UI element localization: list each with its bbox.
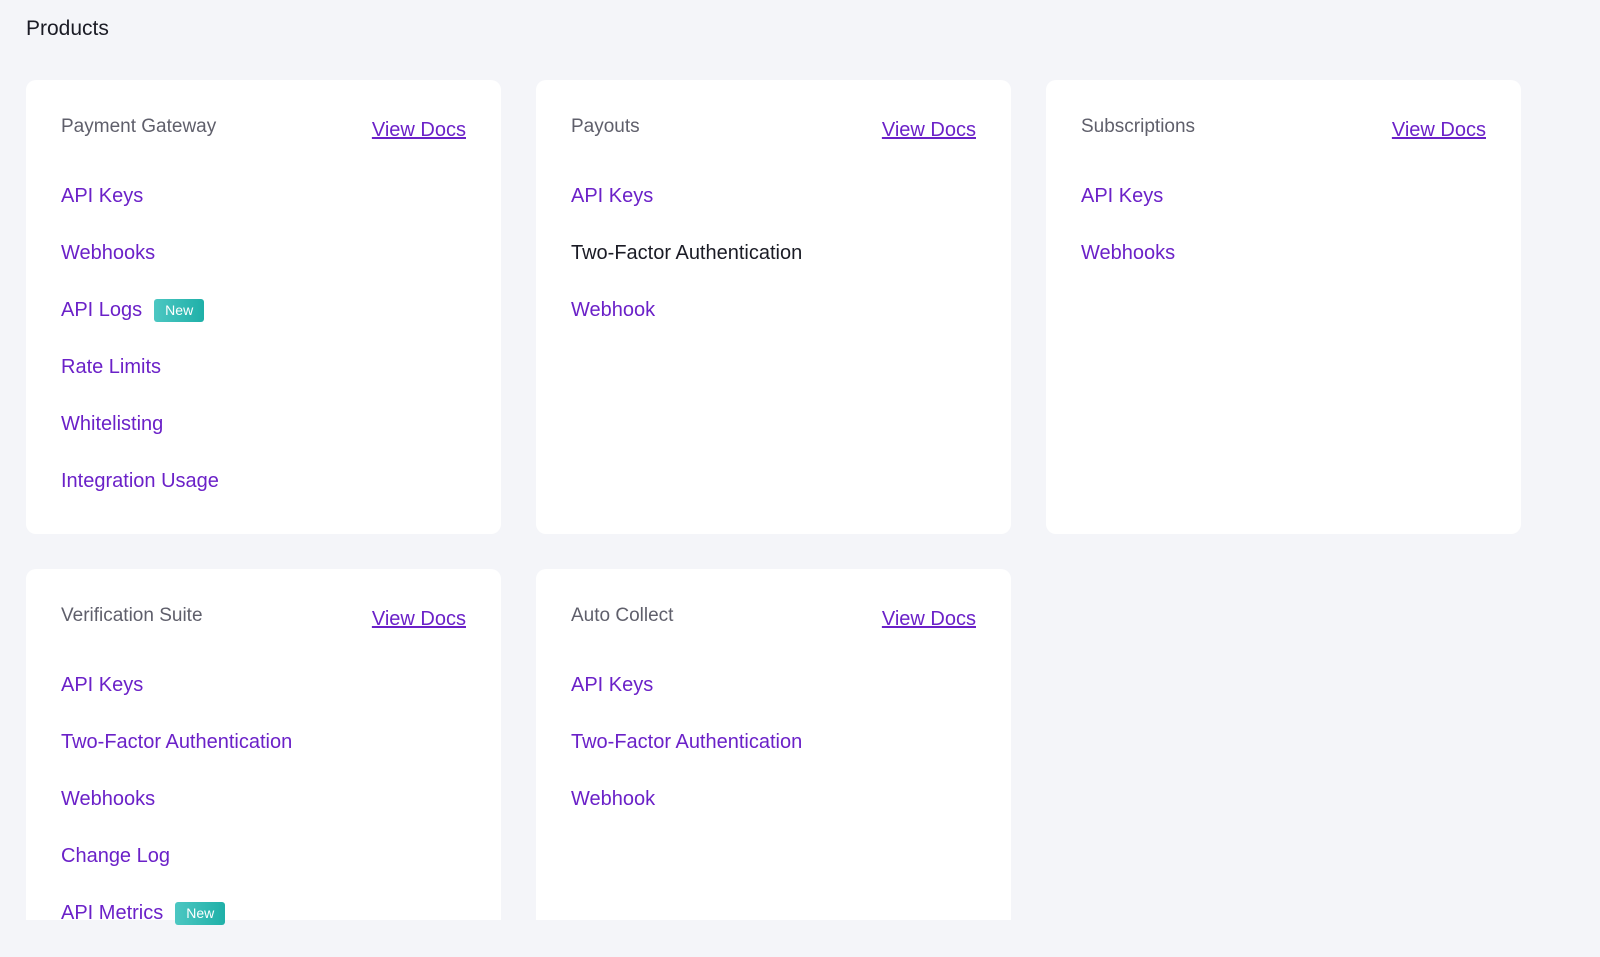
api-metrics-link[interactable]: API Metrics bbox=[61, 900, 163, 926]
card-payment-gateway: Payment Gateway View Docs API Keys Webho… bbox=[26, 80, 501, 534]
view-docs-link[interactable]: View Docs bbox=[372, 119, 466, 142]
card-title: Payment Gateway bbox=[61, 116, 217, 137]
list-item: Webhook bbox=[571, 786, 802, 843]
webhook-link[interactable]: Webhook bbox=[571, 786, 655, 812]
link-list: API Keys Two-Factor Authentication Webho… bbox=[61, 672, 292, 957]
rate-limits-link[interactable]: Rate Limits bbox=[61, 354, 161, 380]
list-item: API Metrics New bbox=[61, 900, 292, 957]
list-item: Two-Factor Authentication bbox=[571, 240, 802, 297]
card-header: Verification Suite View Docs bbox=[61, 605, 466, 635]
card-title: Subscriptions bbox=[1081, 116, 1196, 137]
list-item: Rate Limits bbox=[61, 354, 219, 411]
link-list: API Keys Webhooks bbox=[1081, 183, 1175, 297]
list-item: API Keys bbox=[61, 183, 219, 240]
view-docs-link[interactable]: View Docs bbox=[882, 608, 976, 631]
webhooks-link[interactable]: Webhooks bbox=[61, 786, 155, 812]
list-item: API Logs New bbox=[61, 297, 219, 354]
list-item: Webhooks bbox=[61, 786, 292, 843]
webhooks-link[interactable]: Webhooks bbox=[1081, 240, 1175, 266]
list-item: Whitelisting bbox=[61, 411, 219, 468]
change-log-link[interactable]: Change Log bbox=[61, 843, 170, 869]
webhook-link[interactable]: Webhook bbox=[571, 297, 655, 323]
card-header: Payouts View Docs bbox=[571, 116, 976, 146]
list-item: Change Log bbox=[61, 843, 292, 900]
list-item: API Keys bbox=[571, 672, 802, 729]
list-item: Integration Usage bbox=[61, 468, 219, 525]
card-title: Verification Suite bbox=[61, 605, 203, 626]
page-title: Products bbox=[26, 17, 109, 40]
api-keys-link[interactable]: API Keys bbox=[61, 672, 143, 698]
card-header: Auto Collect View Docs bbox=[571, 605, 976, 635]
card-header: Payment Gateway View Docs bbox=[61, 116, 466, 146]
view-docs-link[interactable]: View Docs bbox=[372, 608, 466, 631]
card-auto-collect: Auto Collect View Docs API Keys Two-Fact… bbox=[536, 569, 1011, 920]
list-item: Webhooks bbox=[1081, 240, 1175, 297]
card-title: Payouts bbox=[571, 116, 640, 137]
list-item: API Keys bbox=[1081, 183, 1175, 240]
two-factor-authentication-link[interactable]: Two-Factor Authentication bbox=[571, 240, 802, 266]
list-item: Two-Factor Authentication bbox=[571, 729, 802, 786]
list-item: Webhook bbox=[571, 297, 802, 354]
card-subscriptions: Subscriptions View Docs API Keys Webhook… bbox=[1046, 80, 1521, 534]
two-factor-authentication-link[interactable]: Two-Factor Authentication bbox=[61, 729, 292, 755]
new-badge: New bbox=[175, 902, 226, 925]
two-factor-authentication-link[interactable]: Two-Factor Authentication bbox=[571, 729, 802, 755]
card-payouts: Payouts View Docs API Keys Two-Factor Au… bbox=[536, 80, 1011, 534]
list-item: API Keys bbox=[61, 672, 292, 729]
link-list: API Keys Webhooks API Logs New Rate Limi… bbox=[61, 183, 219, 525]
link-list: API Keys Two-Factor Authentication Webho… bbox=[571, 183, 802, 354]
api-keys-link[interactable]: API Keys bbox=[571, 183, 653, 209]
api-keys-link[interactable]: API Keys bbox=[1081, 183, 1163, 209]
list-item: Webhooks bbox=[61, 240, 219, 297]
view-docs-link[interactable]: View Docs bbox=[1392, 119, 1486, 142]
list-item: API Keys bbox=[571, 183, 802, 240]
webhooks-link[interactable]: Webhooks bbox=[61, 240, 155, 266]
list-item: Two-Factor Authentication bbox=[61, 729, 292, 786]
api-keys-link[interactable]: API Keys bbox=[571, 672, 653, 698]
api-logs-link[interactable]: API Logs bbox=[61, 297, 142, 323]
card-verification-suite: Verification Suite View Docs API Keys Tw… bbox=[26, 569, 501, 925]
card-header: Subscriptions View Docs bbox=[1081, 116, 1486, 146]
card-title: Auto Collect bbox=[571, 605, 674, 626]
integration-usage-link[interactable]: Integration Usage bbox=[61, 468, 219, 494]
whitelisting-link[interactable]: Whitelisting bbox=[61, 411, 163, 437]
new-badge: New bbox=[154, 299, 205, 322]
view-docs-link[interactable]: View Docs bbox=[882, 119, 976, 142]
api-keys-link[interactable]: API Keys bbox=[61, 183, 143, 209]
link-list: API Keys Two-Factor Authentication Webho… bbox=[571, 672, 802, 843]
